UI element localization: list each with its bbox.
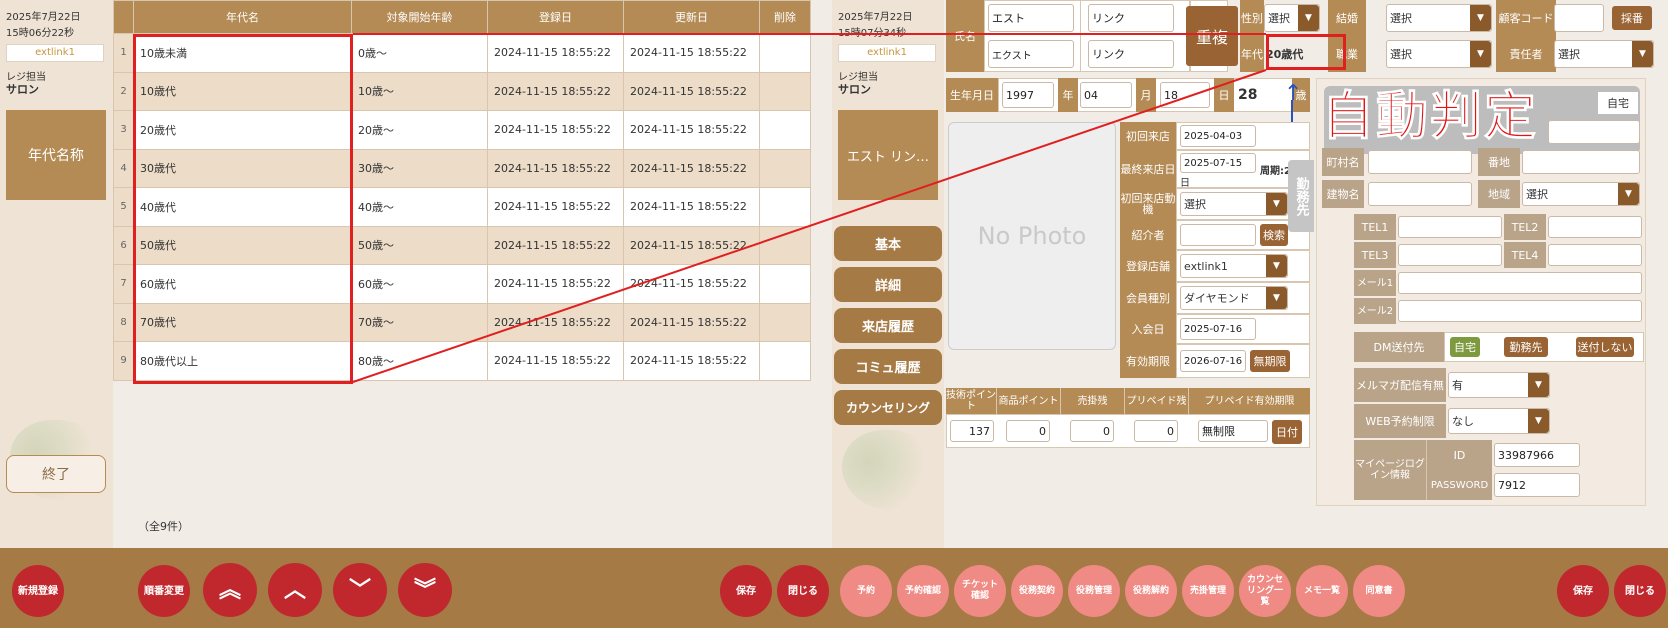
move-bottom-button[interactable]: ︾ xyxy=(398,563,452,617)
chevron-up-icon: ︿ xyxy=(283,577,306,603)
function-button-4[interactable]: 役務管理 xyxy=(1068,565,1120,617)
function-button-1[interactable]: 予約確認 xyxy=(897,565,949,617)
function-button-6[interactable]: 売掛管理 xyxy=(1182,565,1234,617)
reorder-button[interactable]: 順番変更 xyxy=(138,565,190,617)
move-up-button[interactable]: ︿ xyxy=(268,563,322,617)
double-chevron-up-icon: ︽ xyxy=(218,577,241,603)
move-down-button[interactable]: ﹀ xyxy=(333,563,387,617)
function-button-7[interactable]: カウンセリング一覧 xyxy=(1239,565,1291,617)
save-button[interactable]: 保存 xyxy=(720,565,772,617)
save-button-2[interactable]: 保存 xyxy=(1557,565,1609,617)
function-button-0[interactable]: 予約 xyxy=(840,565,892,617)
function-button-8[interactable]: メモ一覧 xyxy=(1296,565,1348,617)
new-register-button[interactable]: 新規登録 xyxy=(12,565,64,617)
double-chevron-down-icon: ︾ xyxy=(413,577,436,603)
function-button-3[interactable]: 役務契約 xyxy=(1011,565,1063,617)
annotation-lines xyxy=(352,33,1267,383)
close-button-2[interactable]: 閉じる xyxy=(1614,565,1666,617)
close-button[interactable]: 閉じる xyxy=(777,565,829,617)
function-button-2[interactable]: チケット確認 xyxy=(954,565,1006,617)
function-button-5[interactable]: 役務解約 xyxy=(1125,565,1177,617)
function-button-9[interactable]: 同意書 xyxy=(1353,565,1405,617)
chevron-down-icon: ﹀ xyxy=(348,577,371,603)
move-top-button[interactable]: ︽ xyxy=(203,563,257,617)
